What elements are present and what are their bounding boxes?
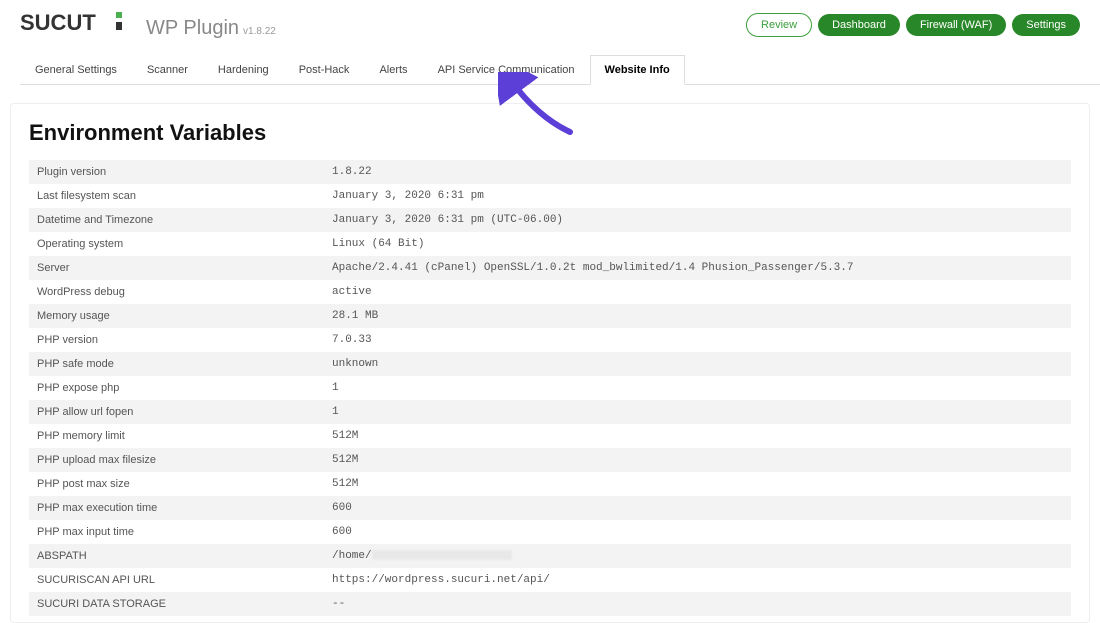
tab-scanner[interactable]: Scanner [132, 55, 203, 85]
env-value: 600 [324, 496, 1071, 520]
env-value: January 3, 2020 6:31 pm [324, 184, 1071, 208]
env-key: PHP allow url fopen [29, 400, 324, 424]
logo-block: SUCUT WP Plugin v1.8.22 [20, 10, 276, 40]
table-row: PHP max input time600 [29, 520, 1071, 544]
table-row: PHP post max size512M [29, 472, 1071, 496]
env-value: 1 [324, 400, 1071, 424]
dashboard-button[interactable]: Dashboard [818, 14, 900, 36]
review-button[interactable]: Review [746, 13, 812, 37]
env-value: 1 [324, 376, 1071, 400]
env-key: PHP max execution time [29, 496, 324, 520]
env-value: January 3, 2020 6:31 pm (UTC-06.00) [324, 208, 1071, 232]
env-value: 28.1 MB [324, 304, 1071, 328]
env-value: 512M [324, 424, 1071, 448]
tab-alerts[interactable]: Alerts [364, 55, 422, 85]
env-key: PHP safe mode [29, 352, 324, 376]
env-key: PHP upload max filesize [29, 448, 324, 472]
env-key: SUCURISCAN API URL [29, 568, 324, 592]
table-row: Last filesystem scanJanuary 3, 2020 6:31… [29, 184, 1071, 208]
tab-general[interactable]: General Settings [20, 55, 132, 85]
env-value: 600 [324, 520, 1071, 544]
settings-tabs: General SettingsScannerHardeningPost-Hac… [20, 54, 1100, 85]
tab-posthack[interactable]: Post-Hack [284, 55, 365, 85]
table-row: PHP version7.0.33 [29, 328, 1071, 352]
env-value: unknown [324, 352, 1071, 376]
env-value: Linux (64 Bit) [324, 232, 1071, 256]
header-bar: SUCUT WP Plugin v1.8.22 Review Dashboard… [0, 0, 1100, 48]
redacted-path [372, 550, 512, 560]
env-value: /home/ [324, 544, 1071, 568]
table-row: Datetime and TimezoneJanuary 3, 2020 6:3… [29, 208, 1071, 232]
table-row: PHP upload max filesize512M [29, 448, 1071, 472]
table-row: SUCURISCAN API URLhttps://wordpress.sucu… [29, 568, 1071, 592]
table-row: PHP memory limit512M [29, 424, 1071, 448]
env-key: PHP max input time [29, 520, 324, 544]
table-row: Memory usage28.1 MB [29, 304, 1071, 328]
environment-variables-table: Plugin version1.8.22Last filesystem scan… [29, 160, 1071, 616]
tab-hardening[interactable]: Hardening [203, 55, 284, 85]
tab-websiteinfo[interactable]: Website Info [590, 55, 685, 85]
env-key: WordPress debug [29, 280, 324, 304]
website-info-panel: Environment Variables Plugin version1.8.… [10, 103, 1090, 623]
table-row: SUCURI DATA STORAGE-- [29, 592, 1071, 616]
env-value: active [324, 280, 1071, 304]
tab-apiservice[interactable]: API Service Communication [423, 55, 590, 85]
env-value: https://wordpress.sucuri.net/api/ [324, 568, 1071, 592]
env-key: Operating system [29, 232, 324, 256]
table-row: WordPress debugactive [29, 280, 1071, 304]
firewall-button[interactable]: Firewall (WAF) [906, 14, 1006, 36]
env-key: SUCURI DATA STORAGE [29, 592, 324, 616]
version-label: v1.8.22 [243, 26, 276, 37]
env-value: 7.0.33 [324, 328, 1071, 352]
table-row: PHP max execution time600 [29, 496, 1071, 520]
table-row: PHP safe modeunknown [29, 352, 1071, 376]
settings-button[interactable]: Settings [1012, 14, 1080, 36]
table-row: Operating systemLinux (64 Bit) [29, 232, 1071, 256]
section-title: Environment Variables [29, 120, 1071, 146]
env-value: 512M [324, 448, 1071, 472]
env-key: PHP post max size [29, 472, 324, 496]
table-row: Plugin version1.8.22 [29, 160, 1071, 184]
table-row: ServerApache/2.4.41 (cPanel) OpenSSL/1.0… [29, 256, 1071, 280]
env-key: PHP memory limit [29, 424, 324, 448]
svg-text:SUCUT: SUCUT [20, 10, 96, 34]
env-key: Memory usage [29, 304, 324, 328]
env-key: Server [29, 256, 324, 280]
table-row: PHP expose php1 [29, 376, 1071, 400]
env-key: PHP expose php [29, 376, 324, 400]
env-key: PHP version [29, 328, 324, 352]
env-value: -- [324, 592, 1071, 616]
env-key: Last filesystem scan [29, 184, 324, 208]
table-row: ABSPATH/home/ [29, 544, 1071, 568]
env-value: 1.8.22 [324, 160, 1071, 184]
env-key: Datetime and Timezone [29, 208, 324, 232]
env-key: Plugin version [29, 160, 324, 184]
env-value: Apache/2.4.41 (cPanel) OpenSSL/1.0.2t mo… [324, 256, 1071, 280]
env-value: 512M [324, 472, 1071, 496]
brand-subtitle: WP Plugin [146, 17, 239, 40]
table-row: PHP allow url fopen1 [29, 400, 1071, 424]
sucuri-logo-icon: SUCUT [20, 10, 140, 34]
env-key: ABSPATH [29, 544, 324, 568]
